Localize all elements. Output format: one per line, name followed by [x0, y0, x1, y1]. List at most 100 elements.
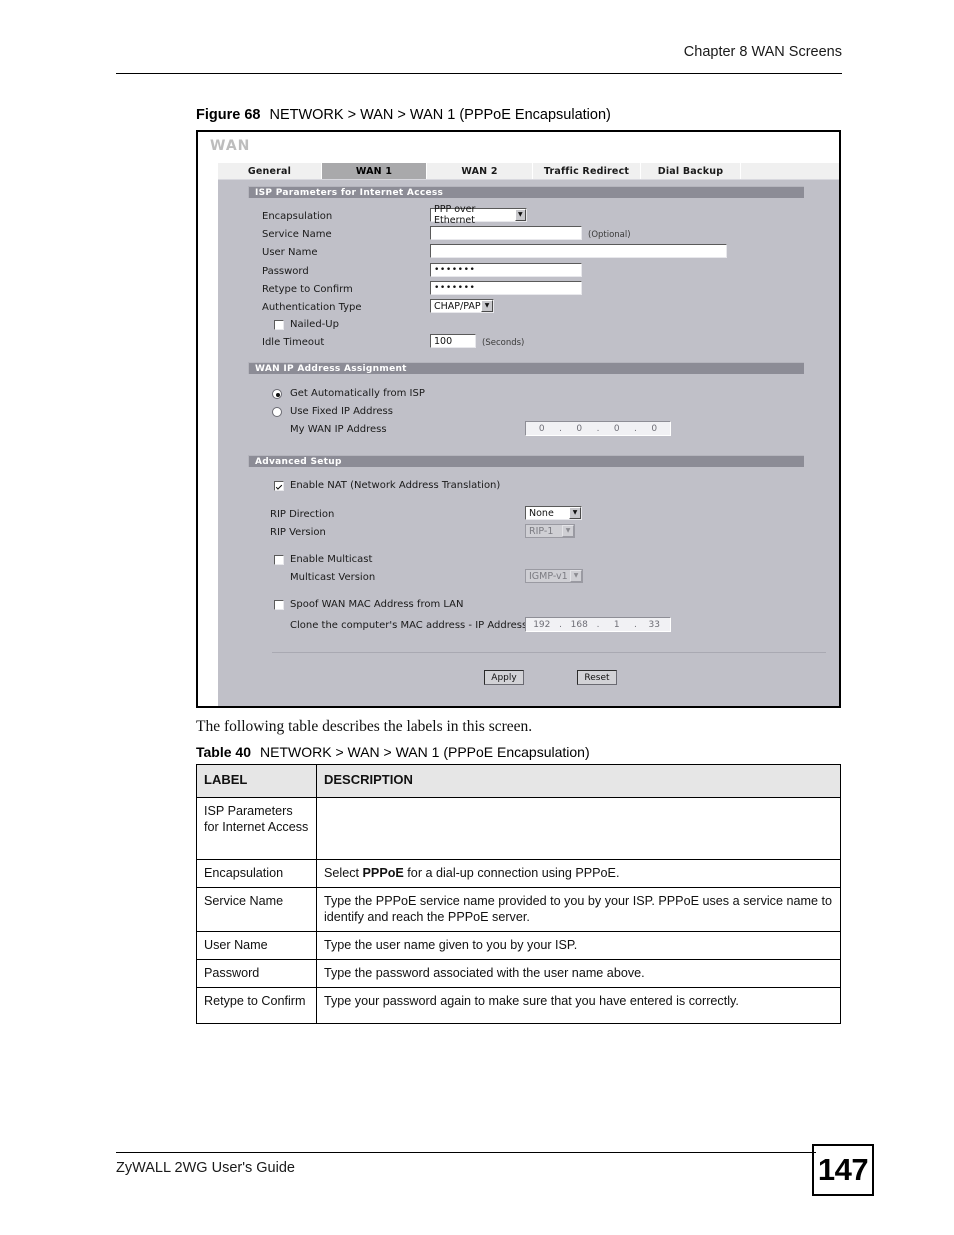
row-description-service-name: Type the PPPoE service name provided to …: [316, 886, 841, 932]
label-authentication-type: Authentication Type: [262, 302, 362, 313]
column-header-label: LABEL: [196, 764, 317, 798]
reset-button[interactable]: Reset: [577, 670, 617, 685]
clone-ip-octet-2[interactable]: 168: [563, 620, 595, 630]
table-label: Table 40: [196, 744, 251, 760]
tab-traffic-redirect[interactable]: Traffic Redirect: [533, 163, 641, 179]
nailed-up-checkbox[interactable]: [274, 320, 284, 330]
screen-title: WAN: [210, 138, 251, 154]
desc-pre: Select: [324, 865, 363, 880]
tab-bar: General WAN 1 WAN 2 Traffic Redirect Dia…: [218, 163, 839, 179]
tab-dial-backup[interactable]: Dial Backup: [641, 163, 741, 179]
table-row: Password Type the password associated wi…: [196, 959, 841, 989]
rip-version-select[interactable]: RIP-1 ▼: [525, 524, 575, 538]
multicast-version-select[interactable]: IGMP-v1 ▼: [525, 569, 583, 583]
table-row: Service Name Type the PPPoE service name…: [196, 886, 841, 932]
table-row: ISP Parameters for Internet Access: [196, 796, 841, 860]
multicast-version-value: IGMP-v1: [529, 570, 568, 582]
figure-title: NETWORK > WAN > WAN 1 (PPPoE Encapsulati…: [269, 107, 611, 123]
row-label-isp-parameters: ISP Parameters for Internet Access: [196, 796, 317, 860]
tab-wan2[interactable]: WAN 2: [427, 163, 533, 179]
chevron-down-icon: ▼: [562, 525, 574, 537]
clone-mac-ip-address-input[interactable]: 192 . 168 . 1 . 33: [525, 617, 671, 632]
chevron-down-icon: ▼: [481, 300, 493, 312]
service-name-input[interactable]: [430, 226, 582, 240]
table-row: Retype to Confirm Type your password aga…: [196, 987, 841, 1025]
column-header-description: DESCRIPTION: [316, 764, 841, 798]
table-row: Encapsulation Select PPPoE for a dial-up…: [196, 858, 841, 888]
label-enable-nat: Enable NAT (Network Address Translation): [290, 480, 501, 491]
radio-use-fixed-ip-address[interactable]: [272, 407, 282, 417]
row-label-service-name: Service Name: [196, 886, 317, 932]
user-name-input[interactable]: [430, 244, 727, 258]
row-description-encapsulation: Select PPPoE for a dial-up connection us…: [316, 858, 841, 888]
wan-ip-octet-1[interactable]: 0: [526, 424, 558, 434]
page-header-rule: [116, 73, 842, 74]
desc-bold: PPPoE: [362, 865, 404, 880]
encapsulation-value: PPP over Ethernet: [434, 204, 476, 226]
figure-caption: Figure 68 NETWORK > WAN > WAN 1 (PPPoE En…: [196, 107, 611, 123]
page-footer-guide: ZyWALL 2WG User's Guide: [116, 1160, 295, 1176]
row-label-password: Password: [196, 959, 317, 989]
clone-ip-octet-3[interactable]: 1: [601, 620, 633, 630]
label-clone-mac-ip-address: Clone the computer's MAC address - IP Ad…: [290, 620, 528, 631]
tab-wan1[interactable]: WAN 1: [322, 163, 427, 179]
password-input[interactable]: •••••••: [430, 263, 582, 277]
figure-label: Figure 68: [196, 107, 261, 123]
radio-get-automatically-from-isp[interactable]: [272, 389, 282, 399]
chevron-down-icon: ▼: [570, 570, 582, 582]
label-my-wan-ip-address: My WAN IP Address: [290, 424, 387, 435]
label-rip-version: RIP Version: [270, 527, 326, 538]
retype-password-input[interactable]: •••••••: [430, 281, 582, 295]
table-title: NETWORK > WAN > WAN 1 (PPPoE Encapsulati…: [260, 744, 590, 760]
wan-ip-octet-4[interactable]: 0: [638, 424, 670, 434]
row-description-user-name: Type the user name given to you by your …: [316, 930, 841, 961]
wan-ip-octet-2[interactable]: 0: [563, 424, 595, 434]
desc-post: for a dial-up connection using PPPoE.: [403, 865, 620, 880]
label-enable-multicast: Enable Multicast: [290, 554, 373, 565]
clone-ip-octet-4[interactable]: 33: [638, 620, 670, 630]
page-footer-rule: [116, 1152, 816, 1153]
clone-ip-octet-1[interactable]: 192: [526, 620, 558, 630]
page-header-chapter: Chapter 8 WAN Screens: [683, 44, 842, 60]
row-description-isp-parameters: [316, 796, 841, 860]
spoof-wan-mac-checkbox[interactable]: [274, 600, 284, 610]
rip-version-value: RIP-1: [529, 525, 554, 537]
tab-general[interactable]: General: [218, 163, 322, 179]
apply-button[interactable]: Apply: [484, 670, 524, 685]
label-password: Password: [262, 266, 309, 277]
chevron-down-icon: ▼: [514, 209, 526, 221]
label-spoof-wan-mac: Spoof WAN MAC Address from LAN: [290, 599, 464, 610]
label-multicast-version: Multicast Version: [290, 572, 376, 583]
screen-panel: ISP Parameters for Internet Access Encap…: [218, 179, 839, 706]
row-label-encapsulation: Encapsulation: [196, 858, 317, 888]
rip-direction-select[interactable]: None ▼: [525, 506, 582, 520]
row-label-retype-to-confirm: Retype to Confirm: [196, 987, 317, 1025]
section-header-isp-parameters: ISP Parameters for Internet Access: [248, 186, 804, 198]
wan-ip-octet-3[interactable]: 0: [601, 424, 633, 434]
idle-timeout-input[interactable]: 100: [430, 334, 476, 348]
label-user-name: User Name: [262, 247, 318, 258]
panel-inner: ISP Parameters for Internet Access Encap…: [244, 180, 826, 706]
rip-direction-value: None: [529, 507, 554, 519]
enable-nat-checkbox[interactable]: [274, 481, 284, 491]
enable-multicast-checkbox[interactable]: [274, 555, 284, 565]
table-header-row: LABEL DESCRIPTION: [196, 764, 841, 798]
row-description-retype-to-confirm: Type your password again to make sure th…: [316, 987, 841, 1025]
row-label-user-name: User Name: [196, 930, 317, 961]
table-caption: Table 40 NETWORK > WAN > WAN 1 (PPPoE Enc…: [196, 744, 590, 760]
intro-paragraph: The following table describes the labels…: [196, 718, 533, 735]
label-get-automatically-from-isp: Get Automatically from ISP: [290, 388, 425, 399]
my-wan-ip-address-input[interactable]: 0 . 0 . 0 . 0: [525, 421, 671, 436]
label-retype-to-confirm: Retype to Confirm: [262, 284, 353, 295]
label-nailed-up: Nailed-Up: [290, 319, 339, 330]
description-table: LABEL DESCRIPTION ISP Parameters for Int…: [196, 764, 841, 1025]
idle-timeout-seconds-note: (Seconds): [482, 338, 525, 348]
encapsulation-select[interactable]: PPP over Ethernet ▼: [430, 204, 527, 226]
button-divider: [272, 652, 826, 653]
authentication-type-select[interactable]: CHAP/PAP ▼: [430, 299, 494, 313]
label-rip-direction: RIP Direction: [270, 509, 335, 520]
label-idle-timeout: Idle Timeout: [262, 337, 325, 348]
section-header-wan-ip-assignment: WAN IP Address Assignment: [248, 362, 804, 374]
page-number: 147: [812, 1144, 874, 1196]
row-description-password: Type the password associated with the us…: [316, 959, 841, 989]
